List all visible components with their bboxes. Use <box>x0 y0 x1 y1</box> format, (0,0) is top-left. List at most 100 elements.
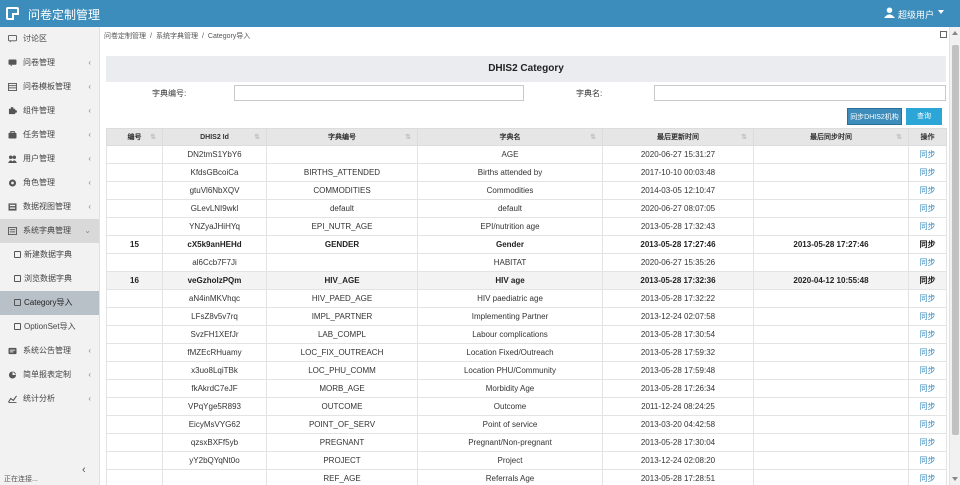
sync-link[interactable]: 同步 <box>908 397 947 416</box>
cell-code: HIV_AGE <box>266 271 418 290</box>
cell-name: default <box>417 199 603 218</box>
scroll-thumb[interactable] <box>952 45 959 435</box>
sidebar-item-reports[interactable]: 简单报表定制 ‹ <box>0 363 99 387</box>
cell-no <box>106 199 163 218</box>
sync-link[interactable]: 同步 <box>908 253 947 272</box>
cell-updated: 2020-06-27 15:31:27 <box>602 145 754 164</box>
sync-link[interactable]: 同步 <box>908 163 947 182</box>
cell-name: Pregnant/Non-pregnant <box>417 433 603 452</box>
table-row: yY2bQYqNt0o PROJECT Project 2013-12-24 02:0… <box>106 451 947 470</box>
sidebar-collapse-button[interactable]: ‹ <box>82 464 86 476</box>
sidebar-item-announcements[interactable]: 系统公告管理 ‹ <box>0 339 99 363</box>
cell-no: 16 <box>106 271 163 290</box>
sync-link[interactable]: 同步 <box>908 271 947 290</box>
cell-code: EPI_NUTR_AGE <box>266 217 418 236</box>
chevron-left-icon: ‹ <box>88 202 91 211</box>
cell-code: POINT_OF_SERV <box>266 415 418 434</box>
sync-link[interactable]: 同步 <box>908 235 947 254</box>
dictionary-code-input[interactable] <box>234 85 524 101</box>
sync-link[interactable]: 同步 <box>908 469 947 485</box>
column-header-name[interactable]: 字典名 ⇅ <box>417 128 603 146</box>
sort-icon: ⇅ <box>405 134 411 141</box>
sidebar-item-new-dictionary[interactable]: 新建数据字典 <box>0 243 99 267</box>
sidebar-item-discussion[interactable]: 讨论区 <box>0 27 99 51</box>
sidebar-item-category-import[interactable]: Category导入 <box>0 291 99 315</box>
cell-no <box>106 451 163 470</box>
sidebar-item-task[interactable]: 任务管理 ‹ <box>0 123 99 147</box>
column-header-synced[interactable]: 最后同步时间 ⇅ <box>753 128 909 146</box>
table-row: LFsZ8v5v7rq IMPL_PARTNER Implementing Part… <box>106 307 947 326</box>
sort-icon: ⇅ <box>254 134 260 141</box>
cell-synced <box>753 163 909 182</box>
dictionary-name-input[interactable] <box>654 85 946 101</box>
page-scrollbar[interactable] <box>949 27 960 485</box>
cell-no <box>106 307 163 326</box>
sync-link[interactable]: 同步 <box>908 361 947 380</box>
sync-link[interactable]: 同步 <box>908 217 947 236</box>
cell-synced <box>753 415 909 434</box>
sync-link[interactable]: 同步 <box>908 343 947 362</box>
dictionary-name-label: 字典名: <box>576 89 603 98</box>
sidebar-item-statistics[interactable]: 统计分析 ‹ <box>0 387 99 411</box>
cell-no <box>106 253 163 272</box>
table-row: qzsxBXFf5yb PREGNANT Pregnant/Non-pregnant… <box>106 433 947 452</box>
cell-no <box>106 361 163 380</box>
sync-link[interactable]: 同步 <box>908 451 947 470</box>
cell-code <box>266 145 418 164</box>
sync-link[interactable]: 同步 <box>908 433 947 452</box>
table-row: YNZyaJHiHYq EPI_NUTR_AGE EPI/nutrition age… <box>106 217 947 236</box>
sidebar-item-roles[interactable]: 角色管理 ‹ <box>0 171 99 195</box>
cell-name: HABITAT <box>417 253 603 272</box>
sidebar-item-component[interactable]: 组件管理 ‹ <box>0 99 99 123</box>
sync-dhis2-button[interactable]: 同步DHIS2机构 <box>847 108 902 125</box>
query-button[interactable]: 查询 <box>906 108 942 125</box>
sidebar-item-template[interactable]: 问卷模板管理 ‹ <box>0 75 99 99</box>
fullscreen-icon[interactable] <box>940 31 947 38</box>
cell-name: Labour complications <box>417 325 603 344</box>
sidebar-item-label: Category导入 <box>24 298 73 307</box>
sidebar-item-label: 问卷模板管理 <box>23 82 71 91</box>
cell-code: MORB_AGE <box>266 379 418 398</box>
sync-link[interactable]: 同步 <box>908 145 947 164</box>
user-menu[interactable]: 超级用户 <box>883 7 944 21</box>
cell-dhis2-id: aN4inMKVhqc <box>162 289 267 308</box>
breadcrumb-item[interactable]: 问卷定制管理 <box>104 33 146 40</box>
users-icon <box>8 155 17 163</box>
cell-synced <box>753 325 909 344</box>
sidebar-item-browse-dictionary[interactable]: 浏览数据字典 <box>0 267 99 291</box>
sync-link[interactable]: 同步 <box>908 379 947 398</box>
scroll-down-icon[interactable] <box>952 477 958 481</box>
cell-no <box>106 379 163 398</box>
sidebar-item-data-views[interactable]: 数据视图管理 ‹ <box>0 195 99 219</box>
breadcrumb-item[interactable]: 系统字典管理 <box>156 33 198 40</box>
sync-link[interactable]: 同步 <box>908 289 947 308</box>
sidebar-item-dictionary[interactable]: 系统字典管理 ⌄ <box>0 219 99 243</box>
sync-link[interactable]: 同步 <box>908 181 947 200</box>
sync-link[interactable]: 同步 <box>908 325 947 344</box>
sort-icon: ⇅ <box>590 134 596 141</box>
sidebar-item-optionset-import[interactable]: OptionSet导入 <box>0 315 99 339</box>
column-header-label: DHIS2 Id <box>200 133 229 141</box>
chevron-left-icon: ‹ <box>88 394 91 403</box>
view-icon <box>8 203 17 211</box>
sidebar-item-users[interactable]: 用户管理 ‹ <box>0 147 99 171</box>
cell-no <box>106 289 163 308</box>
cell-dhis2-id: GLevLNI9wkl <box>162 199 267 218</box>
sync-link[interactable]: 同步 <box>908 415 947 434</box>
scroll-up-icon[interactable] <box>952 31 958 35</box>
sidebar-item-label: 浏览数据字典 <box>24 274 72 283</box>
cell-dhis2-id: fkAkrdC7eJF <box>162 379 267 398</box>
table-row: 15 cX5k9anHEHd GENDER Gender 2013-05-28 17:2… <box>106 235 947 254</box>
sync-link[interactable]: 同步 <box>908 199 947 218</box>
sidebar-item-questionnaire[interactable]: 问卷管理 ‹ <box>0 51 99 75</box>
column-header-label: 字典名 <box>499 134 521 141</box>
column-header-code[interactable]: 字典编号 ⇅ <box>266 128 418 146</box>
column-header-dhis2-id[interactable]: DHIS2 Id ⇅ <box>162 128 267 146</box>
sync-link[interactable]: 同步 <box>908 307 947 326</box>
table-row: aN4inMKVhqc HIV_PAED_AGE HIV paediatric ag… <box>106 289 947 308</box>
column-header-no[interactable]: 编号 ⇅ <box>106 128 163 146</box>
cell-updated: 2017-10-10 00:03:48 <box>602 163 754 182</box>
column-header-updated[interactable]: 最后更新时间 ⇅ <box>602 128 754 146</box>
main-content: 问卷定制管理 / 系统字典管理 / Category导入 DHIS2 Category … <box>100 27 949 485</box>
table-row: EicyMsVYG62 POINT_OF_SERV Point of service… <box>106 415 947 434</box>
